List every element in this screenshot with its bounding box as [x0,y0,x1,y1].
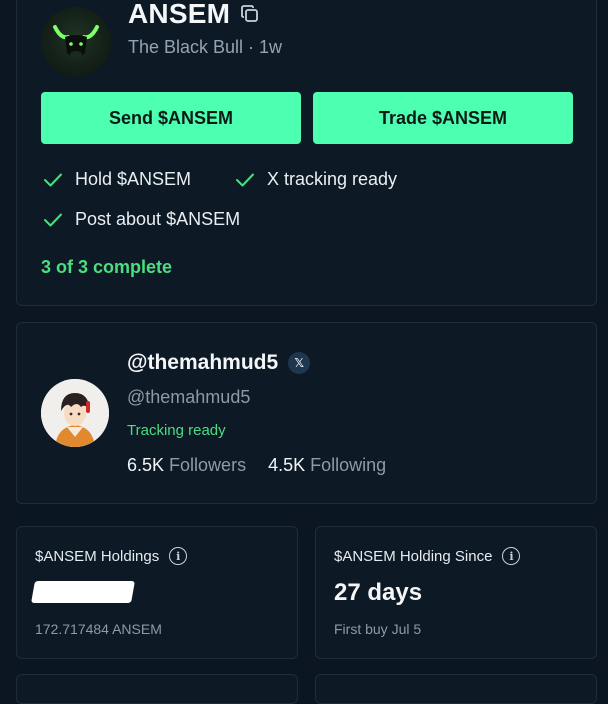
user-avatar[interactable] [41,379,109,447]
partial-card [16,674,298,704]
trade-button[interactable]: Trade $ANSEM [313,92,573,144]
redacted-value [31,581,135,603]
display-handle[interactable]: @themahmud5 [127,351,278,375]
send-button[interactable]: Send $ANSEM [41,92,301,144]
progress-text: 3 of 3 complete [41,257,173,277]
copy-icon[interactable] [240,4,260,24]
token-subtitle: The Black Bull · 1w [128,37,283,57]
check-icon [44,173,62,186]
task-label: X tracking ready [267,169,398,189]
holdings-amount: 172.717484 ANSEM [35,621,162,637]
holding-since-card: $ANSEM Holding Since i 27 days First buy… [315,526,597,659]
following-label: Following [310,455,387,475]
username: @themahmud5 [127,387,251,407]
token-card: ANSEM The Black Bull · 1w Send $ANSEM Tr… [16,0,597,306]
tracking-status: Tracking ready [127,422,226,439]
x-icon: 𝕏 [288,352,311,374]
handle-row: @themahmud5 𝕏 [127,351,311,375]
followers-stat[interactable]: 6.5K Followers [127,455,246,476]
task-x-tracking: X tracking ready [235,169,397,190]
partial-card [315,674,597,704]
holdings-label-row: $ANSEM Holdings i [35,547,188,565]
token-name: ANSEM [128,0,231,29]
since-value: 27 days [334,579,423,606]
followers-label: Followers [169,455,247,475]
following-count: 4.5K [268,455,306,475]
token-avatar-bull-icon [41,7,111,77]
token-title-row: ANSEM [128,0,260,30]
task-hold: Hold $ANSEM [43,169,191,190]
follow-stats: 6.5K Followers 4.5K Following [127,455,386,476]
task-label: Hold $ANSEM [75,169,192,189]
since-label-row: $ANSEM Holding Since i [334,547,521,565]
holdings-label: $ANSEM Holdings [35,547,160,565]
info-icon[interactable]: i [502,547,521,565]
holdings-card: $ANSEM Holdings i 172.717484 ANSEM [16,526,298,659]
followers-count: 6.5K [127,455,165,475]
following-stat[interactable]: 4.5K Following [268,455,386,476]
profile-card: @themahmud5 𝕏 @themahmud5 Tracking ready… [16,322,597,504]
task-post: Post about $ANSEM [43,209,240,230]
info-icon[interactable]: i [169,547,188,565]
check-icon [44,213,62,226]
check-icon [236,173,254,186]
first-buy: First buy Jul 5 [334,621,422,637]
since-label: $ANSEM Holding Since [334,547,493,565]
task-label: Post about $ANSEM [75,209,241,229]
